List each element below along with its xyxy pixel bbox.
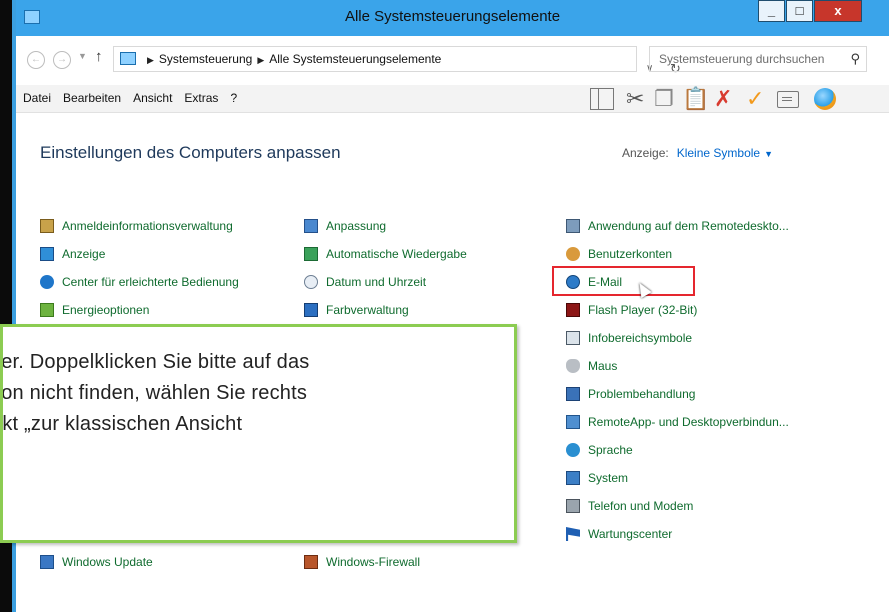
menu-bearbeiten[interactable]: Bearbeiten: [63, 91, 121, 105]
troubleshooting-icon: [566, 387, 580, 401]
cut-icon[interactable]: ✂: [626, 87, 644, 111]
view-mode-link[interactable]: Kleine Symbole: [677, 146, 760, 160]
menu-extras[interactable]: Extras: [184, 91, 218, 105]
page-title: Einstellungen des Computers anpassen: [40, 143, 341, 162]
system-icon: [566, 471, 580, 485]
menu-items: Datei Bearbeiten Ansicht Extras?: [23, 91, 249, 105]
chevron-down-icon[interactable]: ▼: [764, 149, 773, 159]
breadcrumb-alle-elemente[interactable]: Alle Systemsteuerungselemente: [269, 52, 441, 66]
power-options-icon: [40, 303, 54, 317]
address-bar: ← → ▼ ↑ ▶ Systemsteuerung ▶ Alle Systemsteu…: [16, 36, 889, 86]
ease-of-access-icon: [40, 275, 54, 289]
flag-icon: [566, 527, 580, 541]
phone-modem-icon: [566, 499, 580, 513]
menu-help[interactable]: ?: [230, 91, 237, 105]
clock-icon: [304, 275, 318, 289]
breadcrumb: ▶ Systemsteuerung ▶ Alle Systemsteuerungsel…: [142, 52, 441, 66]
menu-ansicht[interactable]: Ansicht: [133, 91, 172, 105]
control-panel-window: Alle Systemsteuerungselemente _ □ x ← → …: [0, 0, 889, 612]
highlight-box: [552, 266, 695, 296]
flash-player-icon: [566, 303, 580, 317]
recent-locations-dropdown[interactable]: ▼: [78, 51, 87, 61]
remote-desktop-icon: [566, 219, 580, 233]
shell-globe-icon[interactable]: [814, 88, 836, 110]
back-button[interactable]: ←: [27, 51, 45, 69]
firewall-icon: [304, 555, 318, 569]
up-button[interactable]: ↑: [95, 48, 103, 65]
callout-line-3: nkt „zur klassischen Ansicht: [0, 413, 243, 435]
minimize-button[interactable]: _: [758, 0, 785, 22]
control-panel-icon: [120, 52, 136, 65]
view-selector: Anzeige: Kleine Symbole ▼: [622, 146, 773, 160]
user-accounts-icon: [566, 247, 580, 261]
tutorial-callout: ser. Doppelklicken Sie bitte auf das con…: [0, 324, 517, 543]
personalization-icon: [304, 219, 318, 233]
paste-icon[interactable]: 📋: [682, 87, 709, 111]
display-icon: [40, 247, 54, 261]
search-placeholder: Systemsteuerung durchsuchen: [659, 52, 825, 66]
maximize-button[interactable]: □: [786, 0, 813, 22]
notification-area-icon: [566, 331, 580, 345]
address-field[interactable]: ▶ Systemsteuerung ▶ Alle Systemsteuerungsel…: [113, 46, 681, 76]
properties-icon[interactable]: [777, 91, 799, 108]
copy-icon[interactable]: ❐: [654, 87, 674, 111]
chevron-right-icon[interactable]: ▶: [147, 55, 154, 65]
breadcrumb-systemsteuerung[interactable]: Systemsteuerung: [159, 52, 252, 66]
autoplay-icon: [304, 247, 318, 261]
chevron-right-icon[interactable]: ▶: [257, 55, 264, 65]
language-icon: [566, 443, 580, 457]
menu-datei[interactable]: Datei: [23, 91, 51, 105]
forward-button[interactable]: →: [53, 51, 71, 69]
view-label: Anzeige:: [622, 146, 669, 160]
search-icon[interactable]: ⚲: [850, 51, 860, 67]
color-management-icon: [304, 303, 318, 317]
search-input[interactable]: Systemsteuerung durchsuchen ⚲: [649, 46, 867, 72]
mouse-icon: [566, 359, 580, 373]
callout-line-1: ser. Doppelklicken Sie bitte auf das: [0, 351, 310, 373]
windows-update-icon: [40, 555, 54, 569]
menu-bar: Datei Bearbeiten Ansicht Extras? ✂ ❐ 📋 ✗ ✓: [16, 85, 889, 113]
callout-line-2: con nicht finden, wählen Sie rechts: [0, 382, 308, 404]
close-button[interactable]: x: [814, 0, 862, 22]
delete-icon[interactable]: ✗: [714, 87, 732, 111]
remoteapp-icon: [566, 415, 580, 429]
title-bar: Alle Systemsteuerungselemente _ □ x: [16, 0, 889, 36]
credential-vault-icon: [40, 219, 54, 233]
navigation-pane-icon[interactable]: [590, 88, 614, 110]
toolbar: ✂ ❐ 📋 ✗ ✓: [590, 85, 889, 112]
checkmark-icon[interactable]: ✓: [746, 87, 764, 111]
callout-text: ser. Doppelklicken Sie bitte auf das con…: [0, 347, 514, 440]
